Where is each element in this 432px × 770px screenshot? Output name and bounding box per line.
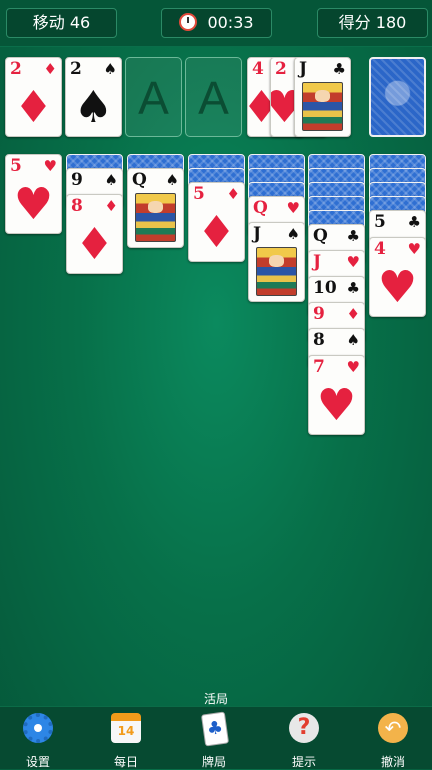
face-card-portrait [135, 193, 176, 242]
card-suit-small: ♥ [407, 240, 421, 258]
card-rank: 2 [70, 59, 82, 79]
nav-label: 设置 [25, 755, 50, 769]
hint-button[interactable]: ? 提示 [266, 707, 342, 769]
card-suit-small: ♦ [226, 185, 240, 203]
tableau-card-7-hearts[interactable]: 7 ♥ ♥ [308, 355, 365, 435]
game-status-text: 活局 [203, 692, 228, 706]
tableau-card-8-diamonds[interactable]: 8 ♦ ♦ [66, 194, 123, 274]
foundation-slot-empty-1[interactable]: A [125, 57, 182, 137]
foundation-slot-empty-2[interactable]: A [185, 57, 242, 137]
card-suit-large: ♦ [196, 207, 237, 258]
foundation-card-jack-clubs[interactable]: J ♣ [294, 57, 351, 137]
score-display: 得分 180 [317, 8, 428, 38]
card-suit-small: ♥ [346, 253, 360, 271]
waste-card-2-spades[interactable]: 2 ♠ ♠ [65, 57, 122, 137]
stock-pile[interactable] [369, 57, 426, 137]
card-rank: J [253, 224, 262, 244]
card-rank: 2 [10, 59, 22, 79]
card-rank: 9 [313, 304, 325, 324]
card-suit-small: ♠ [286, 225, 300, 243]
top-bar: 移动 46 00:33 得分 180 [0, 0, 432, 47]
card-suit-small: ♦ [104, 197, 118, 215]
card-rank: 7 [313, 357, 325, 377]
hint-icon: ? [289, 713, 319, 743]
face-card-portrait [302, 82, 343, 131]
card-suit-small: ♠ [104, 171, 118, 189]
waste-card-2-diamonds[interactable]: 2 ♦ ♦ [5, 57, 62, 137]
card-suit-small: ♣ [407, 213, 421, 231]
card-rank: 4 [252, 59, 264, 79]
nav-label: 提示 [291, 755, 316, 769]
daily-challenge-button[interactable]: 14 每日 [88, 707, 164, 769]
card-suit-small: ♠ [103, 60, 117, 78]
card-rank: 5 [193, 184, 205, 204]
calendar-icon: 14 [111, 713, 141, 743]
settings-button[interactable]: 设置 [0, 707, 76, 769]
nav-label: 每日 [113, 755, 138, 769]
bottom-toolbar: 设置 14 每日 ♣ 牌局 ? 提示 ↶ 撤消 [0, 706, 432, 769]
card-suit-small: ♣ [346, 279, 360, 297]
card-suit-large: ♥ [316, 380, 357, 431]
card-suit-small: ♣ [346, 227, 360, 245]
card-suit-small: ♥ [43, 157, 57, 175]
clock-icon [179, 13, 198, 31]
card-rank: Q [132, 170, 147, 190]
tableau-card-queen-spades[interactable]: Q ♠ [127, 168, 184, 248]
card-rank: 9 [71, 170, 83, 190]
card-rank: Q [253, 198, 268, 218]
card-suit-small: ♣ [332, 60, 346, 78]
card-suit-large: ♥ [377, 262, 418, 313]
tableau-card-5-diamonds[interactable]: 5 ♦ ♦ [188, 182, 245, 262]
undo-icon: ↶ [378, 713, 408, 743]
card-rank: 8 [313, 330, 325, 350]
moves-counter: 移动 46 [6, 8, 117, 38]
undo-button[interactable]: ↶ 撤消 [355, 707, 431, 769]
card-rank: 2 [275, 59, 287, 79]
nav-label: 撤消 [380, 755, 405, 769]
timer-display: 00:33 [161, 8, 272, 38]
nav-label: 牌局 [201, 755, 226, 769]
tableau-card-jack-spades[interactable]: J ♠ [248, 222, 305, 302]
timer-value: 00:33 [207, 13, 254, 32]
card-suit-large: ♦ [74, 219, 115, 270]
gear-icon [23, 713, 53, 743]
card-rank: 10 [313, 278, 337, 298]
card-suit-small: ♠ [346, 331, 360, 349]
card-rank: 8 [71, 196, 83, 216]
card-rank: 5 [374, 212, 386, 232]
cards-icon: ♣ [200, 711, 230, 747]
card-rank: J [313, 252, 322, 272]
card-suit-small: ♦ [43, 60, 57, 78]
card-rank: Q [313, 226, 328, 246]
card-suit-large: ♦ [13, 82, 54, 133]
card-rank: 4 [374, 239, 386, 259]
tableau-card-4-hearts[interactable]: 4 ♥ ♥ [369, 237, 426, 317]
card-suit-large: ♠ [73, 82, 114, 133]
card-rank: J [299, 59, 308, 79]
tableau-card-5-hearts[interactable]: 5 ♥ ♥ [5, 154, 62, 234]
face-card-portrait [256, 247, 297, 296]
card-suit-large: ♥ [13, 179, 54, 230]
card-rank: 5 [10, 156, 22, 176]
card-suit-small: ♥ [346, 358, 360, 376]
card-suit-small: ♥ [286, 199, 300, 217]
card-suit-small: ♠ [165, 171, 179, 189]
card-suit-small: ♦ [346, 305, 360, 323]
new-game-button[interactable]: ♣ 牌局 [176, 707, 252, 769]
